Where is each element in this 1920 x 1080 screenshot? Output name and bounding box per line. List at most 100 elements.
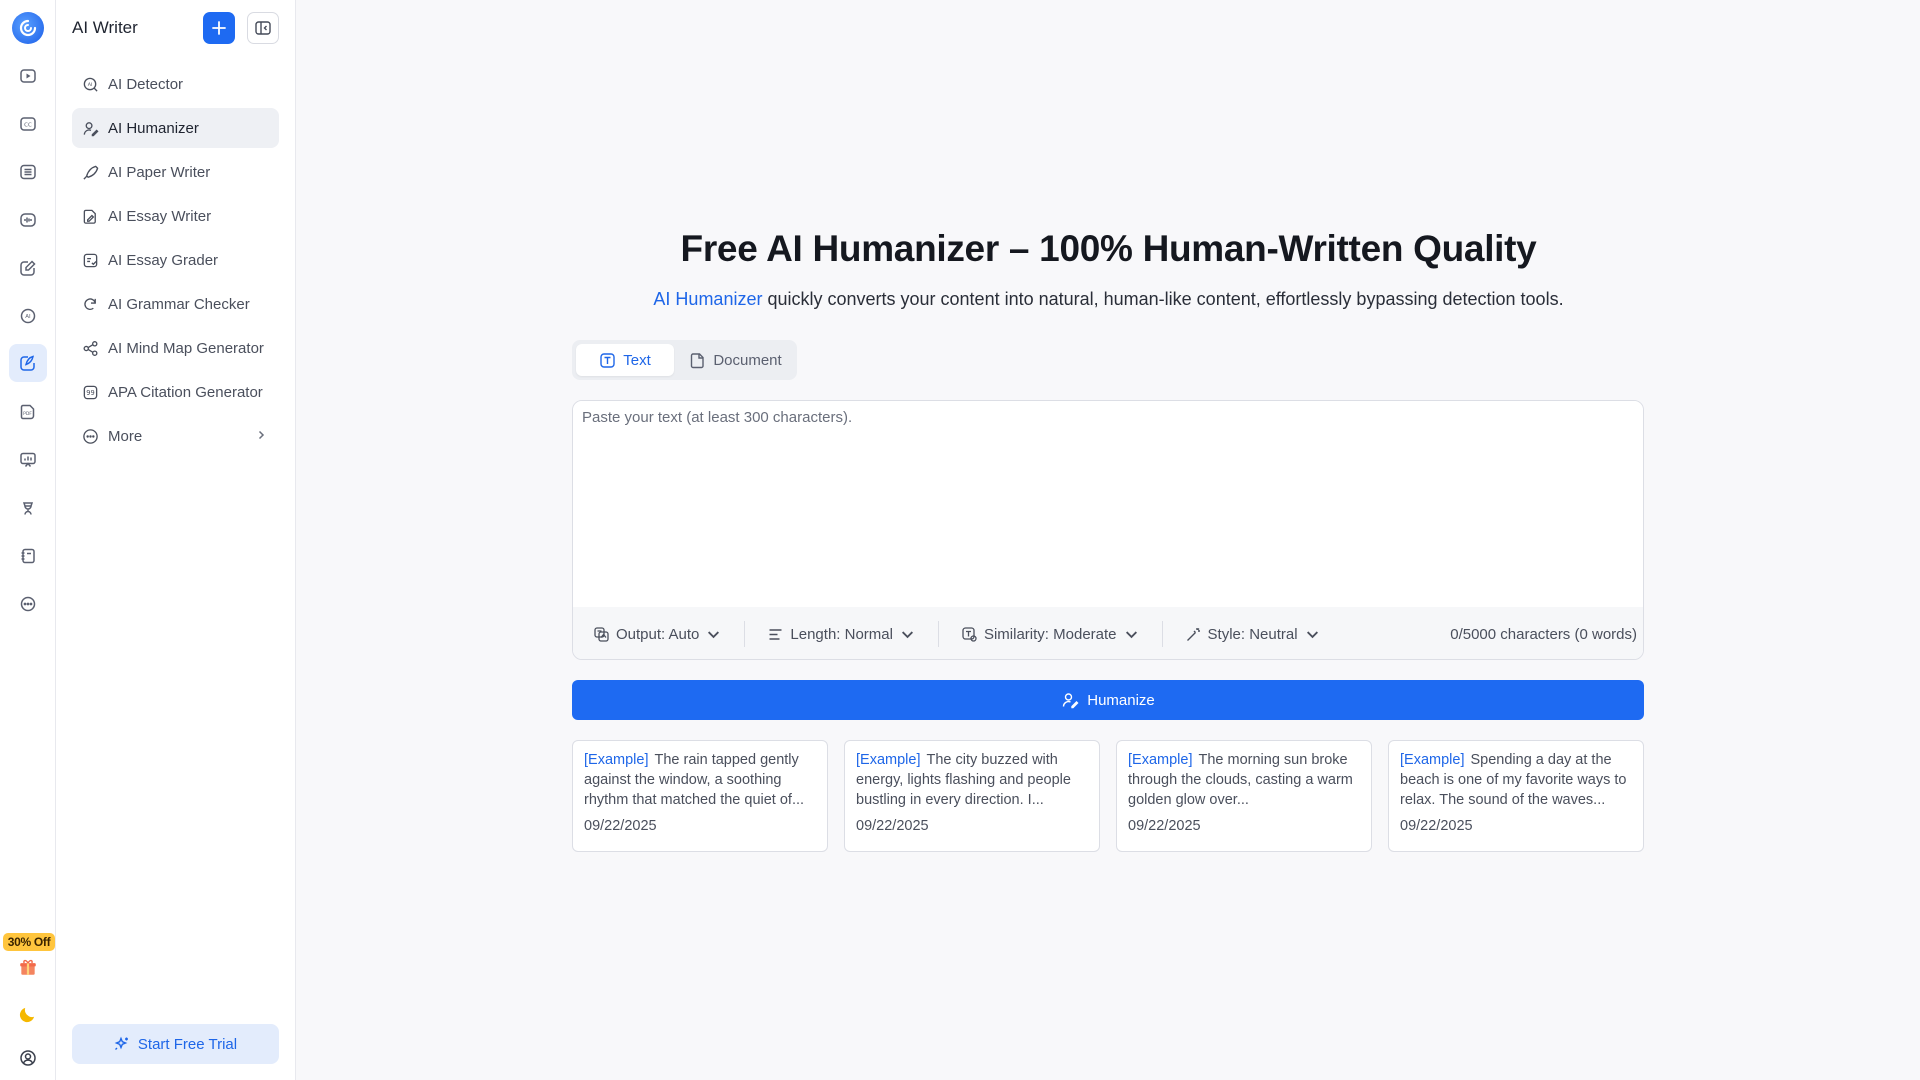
- text-input[interactable]: [573, 401, 1643, 607]
- svg-text:AI: AI: [25, 314, 31, 320]
- tab-text[interactable]: Text: [576, 344, 674, 376]
- similarity-dropdown[interactable]: Similarity: Moderate: [961, 626, 1162, 643]
- svg-text:CC: CC: [24, 123, 32, 129]
- text-icon: [600, 352, 615, 368]
- document-icon: [691, 352, 705, 368]
- sidebar-title: AI Writer: [72, 18, 138, 37]
- gift-icon[interactable]: [9, 948, 47, 986]
- example-date: 09/22/2025: [1400, 818, 1473, 834]
- start-free-trial-button[interactable]: Start Free Trial: [72, 1024, 279, 1064]
- page-subtitle: AI Humanizer quickly converts your conte…: [297, 289, 1920, 310]
- sidebar-item-ai-mind-map-generator[interactable]: AI Mind Map Generator: [72, 328, 279, 368]
- example-date: 09/22/2025: [1128, 818, 1201, 834]
- example-card[interactable]: [Example] Spending a day at the beach is …: [1388, 740, 1644, 852]
- sidebar-item-label: AI Mind Map Generator: [108, 339, 264, 357]
- plus-icon: [212, 21, 226, 35]
- sparkle-icon: [114, 1036, 128, 1050]
- humanize-button[interactable]: Humanize: [572, 680, 1644, 720]
- example-card[interactable]: [Example] The rain tapped gently against …: [572, 740, 828, 852]
- sidebar-item-ai-grammar-checker[interactable]: AI Grammar Checker: [72, 284, 279, 324]
- start-free-trial-label: Start Free Trial: [137, 1035, 238, 1053]
- app-logo-icon[interactable]: [12, 12, 44, 44]
- sidebar-item-ai-detector[interactable]: AI AI Detector: [72, 64, 279, 104]
- length-dropdown[interactable]: Length: Normal: [767, 626, 938, 643]
- sidebar-item-label: AI Essay Grader: [108, 251, 219, 269]
- mind-map-icon: [80, 338, 100, 358]
- svg-text:99: 99: [86, 388, 94, 396]
- example-text-block: [Example] Spending a day at the beach is …: [1400, 750, 1632, 810]
- more-dots-icon: [80, 426, 100, 446]
- tab-label: Document: [713, 351, 782, 369]
- example-tag: [Example]: [584, 752, 649, 768]
- subtitle-text: quickly converts your content into natur…: [762, 289, 1564, 309]
- example-tag: [Example]: [856, 752, 921, 768]
- more-icon[interactable]: [9, 585, 47, 623]
- grammar-icon: [80, 294, 100, 314]
- example-tag: [Example]: [1128, 752, 1193, 768]
- chevron-down-icon: [708, 630, 720, 638]
- example-text-block: [Example] The morning sun broke through t…: [1128, 750, 1360, 810]
- presentation-icon[interactable]: [9, 441, 47, 479]
- character-counter: 0/5000 characters (0 words): [1450, 625, 1637, 643]
- divider: [1161, 621, 1163, 647]
- options-bar: Output: Auto Length: Normal Similarity: …: [573, 607, 1643, 659]
- example-list: [Example] The rain tapped gently against …: [572, 740, 1644, 852]
- sidebar: AI Writer AI AI Detector AI Humanizer AI…: [56, 0, 296, 1080]
- example-card[interactable]: [Example] The city buzzed with energy, li…: [844, 740, 1100, 852]
- magic-wand-icon: [1186, 627, 1200, 641]
- ai-humanizer-link[interactable]: AI Humanizer: [653, 289, 762, 309]
- audio-icon[interactable]: [9, 201, 47, 239]
- captions-icon[interactable]: CC: [9, 105, 47, 143]
- icon-rail: CC AI PDF 30% Off: [0, 0, 56, 1080]
- dark-mode-icon[interactable]: [9, 995, 47, 1033]
- sidebar-toggle-icon: [255, 21, 271, 35]
- ai-writer-icon[interactable]: [9, 344, 47, 382]
- notebook-icon[interactable]: [9, 537, 47, 575]
- ai-detector-rail-icon[interactable]: AI: [9, 297, 47, 335]
- sidebar-item-apa-citation-generator[interactable]: 99 APA Citation Generator: [72, 372, 279, 412]
- example-tag: [Example]: [1400, 752, 1465, 768]
- user-pen-icon: [80, 118, 100, 138]
- new-document-button[interactable]: [203, 12, 235, 44]
- output-dropdown[interactable]: Output: Auto: [593, 626, 744, 643]
- tab-document[interactable]: Document: [678, 344, 793, 376]
- ai-detector-icon: AI: [80, 74, 100, 94]
- citation-icon: 99: [80, 382, 100, 402]
- sidebar-item-ai-essay-writer[interactable]: AI Essay Writer: [72, 196, 279, 236]
- list-icon[interactable]: [9, 153, 47, 191]
- sidebar-item-label: AI Paper Writer: [108, 163, 211, 181]
- divider: [744, 621, 746, 647]
- graduation-icon[interactable]: [9, 489, 47, 527]
- account-icon[interactable]: [9, 1039, 47, 1077]
- sidebar-nav: AI AI Detector AI Humanizer AI Paper Wri…: [72, 64, 279, 460]
- chevron-down-icon: [1125, 630, 1137, 638]
- grader-icon: [80, 250, 100, 270]
- edit-image-icon[interactable]: [9, 249, 47, 287]
- example-text-block: [Example] The rain tapped gently against …: [584, 750, 816, 810]
- style-dropdown[interactable]: Style: Neutral: [1185, 626, 1343, 643]
- input-mode-tabs: Text Document: [572, 340, 797, 380]
- output-label: Output: Auto: [616, 625, 700, 643]
- similarity-label: Similarity: Moderate: [983, 625, 1117, 643]
- sidebar-item-ai-paper-writer[interactable]: AI Paper Writer: [72, 152, 279, 192]
- pdf-icon[interactable]: PDF: [9, 393, 47, 431]
- collapse-sidebar-button[interactable]: [247, 12, 279, 44]
- user-pen-icon: [1063, 693, 1079, 709]
- align-left-icon: [769, 628, 782, 640]
- chevron-right-icon: [255, 428, 267, 445]
- sidebar-item-label: APA Citation Generator: [108, 383, 263, 401]
- sidebar-item-ai-essay-grader[interactable]: AI Essay Grader: [72, 240, 279, 280]
- main-content: Free AI Humanizer – 100% Human-Written Q…: [297, 0, 1920, 1080]
- style-label: Style: Neutral: [1207, 625, 1298, 643]
- example-card[interactable]: [Example] The morning sun broke through t…: [1116, 740, 1372, 852]
- chevron-down-icon: [901, 630, 913, 638]
- divider: [937, 621, 939, 647]
- translate-icon: [594, 626, 609, 642]
- text-editor: Output: Auto Length: Normal Similarity: …: [572, 400, 1644, 660]
- sidebar-item-more[interactable]: More: [72, 416, 279, 456]
- sidebar-item-ai-humanizer[interactable]: AI Humanizer: [72, 108, 279, 148]
- video-icon[interactable]: [9, 57, 47, 95]
- pen-icon: [80, 162, 100, 182]
- svg-text:AI: AI: [87, 81, 92, 87]
- similarity-icon: [962, 626, 977, 642]
